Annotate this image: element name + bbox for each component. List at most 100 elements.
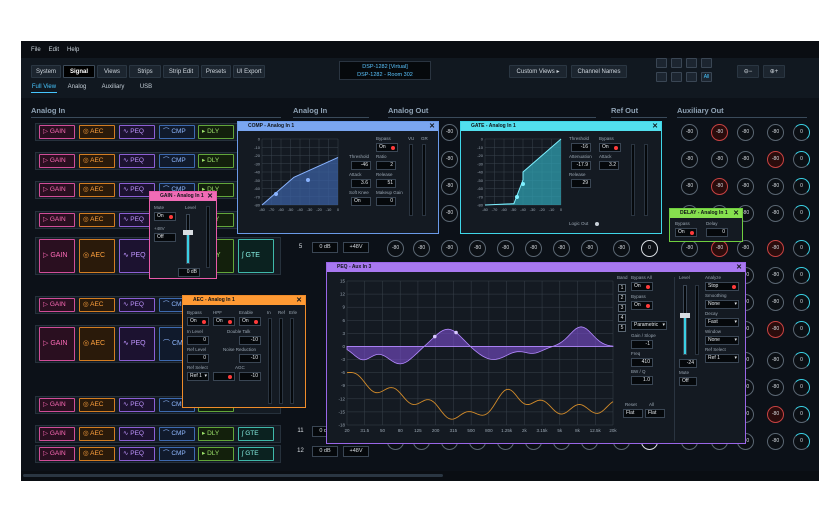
output-level-knob[interactable]: 0 — [793, 321, 810, 338]
output-level-knob[interactable]: -80 — [441, 124, 458, 141]
tab-strip-edit[interactable]: Strip Edit — [163, 65, 199, 78]
aec-module-button[interactable]: ◎ AEC — [79, 239, 115, 273]
aec-agc-field[interactable]: -10 — [239, 372, 261, 381]
gate-threshold-field[interactable]: -16 — [571, 143, 591, 152]
tab-strips[interactable]: Strips — [129, 65, 161, 78]
cmp-module-button[interactable]: ⌒ CMP — [159, 447, 195, 461]
output-level-knob[interactable]: -80 — [525, 240, 542, 257]
aec-window-title[interactable]: AEC - Analog In 1 ✕ — [183, 296, 305, 305]
tab-ui-export[interactable]: UI Export — [233, 65, 265, 78]
gate-attenuation-point[interactable] — [515, 195, 519, 199]
cmp-module-button[interactable]: ⌒ CMP — [159, 427, 195, 441]
output-level-knob[interactable]: -80 — [441, 240, 458, 257]
peq-mute-toggle[interactable]: Off — [679, 377, 697, 386]
output-level-knob[interactable]: -80 — [681, 124, 698, 141]
gain-module-button[interactable]: ▷ GAIN — [39, 125, 75, 139]
output-level-knob[interactable]: 0 — [793, 178, 810, 195]
output-level-knob[interactable]: 0 — [793, 379, 810, 396]
output-level-knob[interactable]: -80 — [497, 240, 514, 257]
gain-module-button[interactable]: ▷ GAIN — [39, 398, 75, 412]
aec-module-button[interactable]: ◎ AEC — [79, 183, 115, 197]
close-icon[interactable]: ✕ — [736, 263, 742, 272]
gain-module-button[interactable]: ▷ GAIN — [39, 183, 75, 197]
aec-module-button[interactable]: ◎ AEC — [79, 427, 115, 441]
aec-module-button[interactable]: ◎ AEC — [79, 398, 115, 412]
output-level-knob[interactable]: 0 — [793, 267, 810, 284]
gain-module-button[interactable]: ▷ GAIN — [39, 213, 75, 227]
comp-makeup-field[interactable]: 0 — [376, 197, 396, 206]
aec-module-button[interactable]: ◎ AEC — [79, 447, 115, 461]
peq-module-button[interactable]: ∿ PEQ — [119, 298, 155, 312]
gain-module-button[interactable]: ▷ GAIN — [39, 327, 75, 361]
gate-window-title[interactable]: GATE - Analog In 1 ✕ — [461, 122, 661, 131]
subtab-auxiliary[interactable]: Auxiliary — [97, 82, 129, 93]
layout-panel-icon[interactable] — [686, 72, 697, 82]
comp-curve-graph[interactable]: 0-80-10-70-20-60-30-50-40-40-50-30-60-20… — [246, 135, 342, 221]
tab-presets[interactable]: Presets — [201, 65, 231, 78]
output-level-knob[interactable]: -80 — [581, 240, 598, 257]
aec-module-button[interactable]: ◎ AEC — [79, 213, 115, 227]
aec-module-button[interactable]: ◎ AEC — [79, 327, 115, 361]
peq-analyze-toggle[interactable]: Stop — [705, 282, 739, 291]
output-level-knob[interactable]: -80 — [767, 406, 784, 423]
gain-module-button[interactable]: ▷ GAIN — [39, 298, 75, 312]
custom-views-button[interactable]: Custom Views ▸ — [509, 65, 567, 78]
output-level-knob[interactable]: -80 — [767, 379, 784, 396]
gate-curve-graph[interactable]: 0-80-10-70-20-60-30-50-40-40-50-30-60-20… — [469, 135, 565, 221]
subtab-full-view[interactable]: Full View — [31, 82, 57, 93]
aec-hpf-toggle[interactable]: On — [213, 317, 235, 326]
output-level-knob[interactable]: -80 — [767, 151, 784, 168]
layout-split-icon[interactable] — [701, 58, 712, 68]
output-level-knob[interactable]: -80 — [441, 151, 458, 168]
output-level-knob[interactable]: -80 — [469, 240, 486, 257]
peq-module-button[interactable]: ∿ PEQ — [119, 398, 155, 412]
gte-module-button[interactable]: ʃ GTE — [238, 447, 274, 461]
menu-file[interactable]: File — [31, 47, 41, 53]
gain-module-button[interactable]: ▷ GAIN — [39, 239, 75, 273]
phantom-48v-button[interactable]: +48V — [343, 242, 369, 253]
close-icon[interactable]: ✕ — [296, 296, 302, 305]
gate-release-field[interactable]: 29 — [571, 179, 591, 188]
peq-decay-dropdown[interactable]: Fast ▾ — [705, 318, 739, 327]
aec-refselect-dropdown[interactable]: Ref 1 ▾ — [187, 372, 209, 381]
comp-attack-field[interactable]: 3.6 — [351, 179, 371, 188]
peq-level-fader-track[interactable] — [683, 285, 687, 355]
output-level-knob[interactable]: -80 — [737, 240, 754, 257]
output-level-knob[interactable]: -80 — [767, 178, 784, 195]
peq-band-3-button[interactable]: 3 — [618, 304, 626, 312]
gte-module-button[interactable]: ʃ GTE — [238, 427, 274, 441]
peq-band-2-button[interactable]: 2 — [618, 294, 626, 302]
gain-level-fader-track[interactable] — [186, 214, 190, 264]
output-level-knob[interactable]: -80 — [711, 151, 728, 168]
output-level-knob[interactable]: 0 — [793, 124, 810, 141]
comp-bypass-toggle[interactable]: On — [376, 143, 398, 152]
comp-window-title[interactable]: COMP - Analog In 1 ✕ — [238, 122, 438, 131]
comp-knee-point[interactable] — [274, 192, 278, 196]
aec-reflevel-field[interactable]: 0 — [187, 354, 209, 363]
menu-help[interactable]: Help — [67, 47, 79, 53]
gain-module-button[interactable]: ▷ GAIN — [39, 447, 75, 461]
layout-tile-icon[interactable] — [656, 72, 667, 82]
output-level-knob[interactable]: -80 — [711, 124, 728, 141]
peq-smoothing-dropdown[interactable]: None ▾ — [705, 300, 739, 309]
output-level-knob[interactable]: -80 — [767, 433, 784, 450]
output-level-knob[interactable]: 0 — [793, 240, 810, 257]
output-level-knob[interactable]: 0 — [641, 240, 658, 257]
zoom-in-button[interactable]: ⊕+ — [763, 65, 785, 78]
output-level-knob[interactable]: -80 — [441, 178, 458, 195]
gain-module-button[interactable]: ▷ GAIN — [39, 154, 75, 168]
comp-ratio-field[interactable]: 2 — [376, 161, 396, 170]
dly-module-button[interactable]: ▸ DLY — [198, 447, 234, 461]
tab-signal[interactable]: Signal — [63, 65, 95, 78]
dly-module-button[interactable]: ▸ DLY — [198, 125, 234, 139]
layout-grid-icon[interactable] — [656, 58, 667, 68]
channel-gain-field[interactable]: 0 dB — [312, 242, 338, 253]
gate-bypass-toggle[interactable]: On — [599, 143, 621, 152]
gate-threshold-point[interactable] — [521, 182, 525, 186]
zoom-out-button[interactable]: ⊖− — [737, 65, 759, 78]
delay-delay-field[interactable]: 0 — [706, 228, 728, 237]
dly-module-button[interactable]: ▸ DLY — [198, 427, 234, 441]
output-level-knob[interactable]: -80 — [737, 124, 754, 141]
aec-enable-toggle[interactable]: On — [239, 317, 261, 326]
peq-band-5-button[interactable]: 5 — [618, 324, 626, 332]
